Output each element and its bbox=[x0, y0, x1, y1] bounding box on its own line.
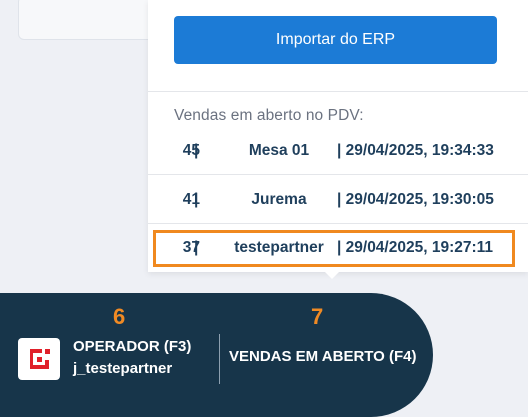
separator: | bbox=[194, 190, 199, 208]
separator: | bbox=[194, 239, 199, 256]
import-erp-button[interactable]: Importar do ERP bbox=[174, 16, 497, 64]
open-sales-popup: Importar do ERP Vendas em aberto no PDV:… bbox=[148, 0, 528, 272]
brand-logo-icon bbox=[18, 338, 60, 380]
step-number-6: 6 bbox=[113, 304, 126, 329]
divider bbox=[219, 334, 220, 384]
open-sales-button[interactable]: VENDAS EM ABERTO (F4) bbox=[229, 348, 417, 365]
sale-name: testepartner bbox=[234, 239, 324, 256]
section-title: Vendas em aberto no PDV: bbox=[174, 107, 364, 124]
sale-row[interactable]: 37 | testepartner | 29/04/2025, 19:27:11 bbox=[148, 224, 528, 272]
operator-user: j_testepartner bbox=[73, 360, 173, 377]
sale-row[interactable]: 41 | Jurema | 29/04/2025, 19:30:05 bbox=[148, 176, 528, 224]
sale-row[interactable]: 45 | Mesa 01 | 29/04/2025, 19:34:33 bbox=[148, 127, 528, 175]
sale-date: | 29/04/2025, 19:27:11 bbox=[337, 239, 494, 256]
sale-name: Jurema bbox=[251, 190, 307, 208]
sale-name: Mesa 01 bbox=[248, 141, 310, 159]
sale-date: | 29/04/2025, 19:30:05 bbox=[337, 190, 494, 208]
step-number-7: 7 bbox=[311, 304, 324, 329]
sale-date: | 29/04/2025, 19:34:33 bbox=[337, 141, 494, 159]
separator: | bbox=[194, 141, 199, 159]
operator-label: OPERADOR (F3) bbox=[73, 338, 192, 355]
divider bbox=[148, 91, 528, 92]
operator-button[interactable]: OPERADOR (F3) j_testepartner bbox=[73, 338, 191, 377]
popup-caret bbox=[325, 272, 339, 279]
